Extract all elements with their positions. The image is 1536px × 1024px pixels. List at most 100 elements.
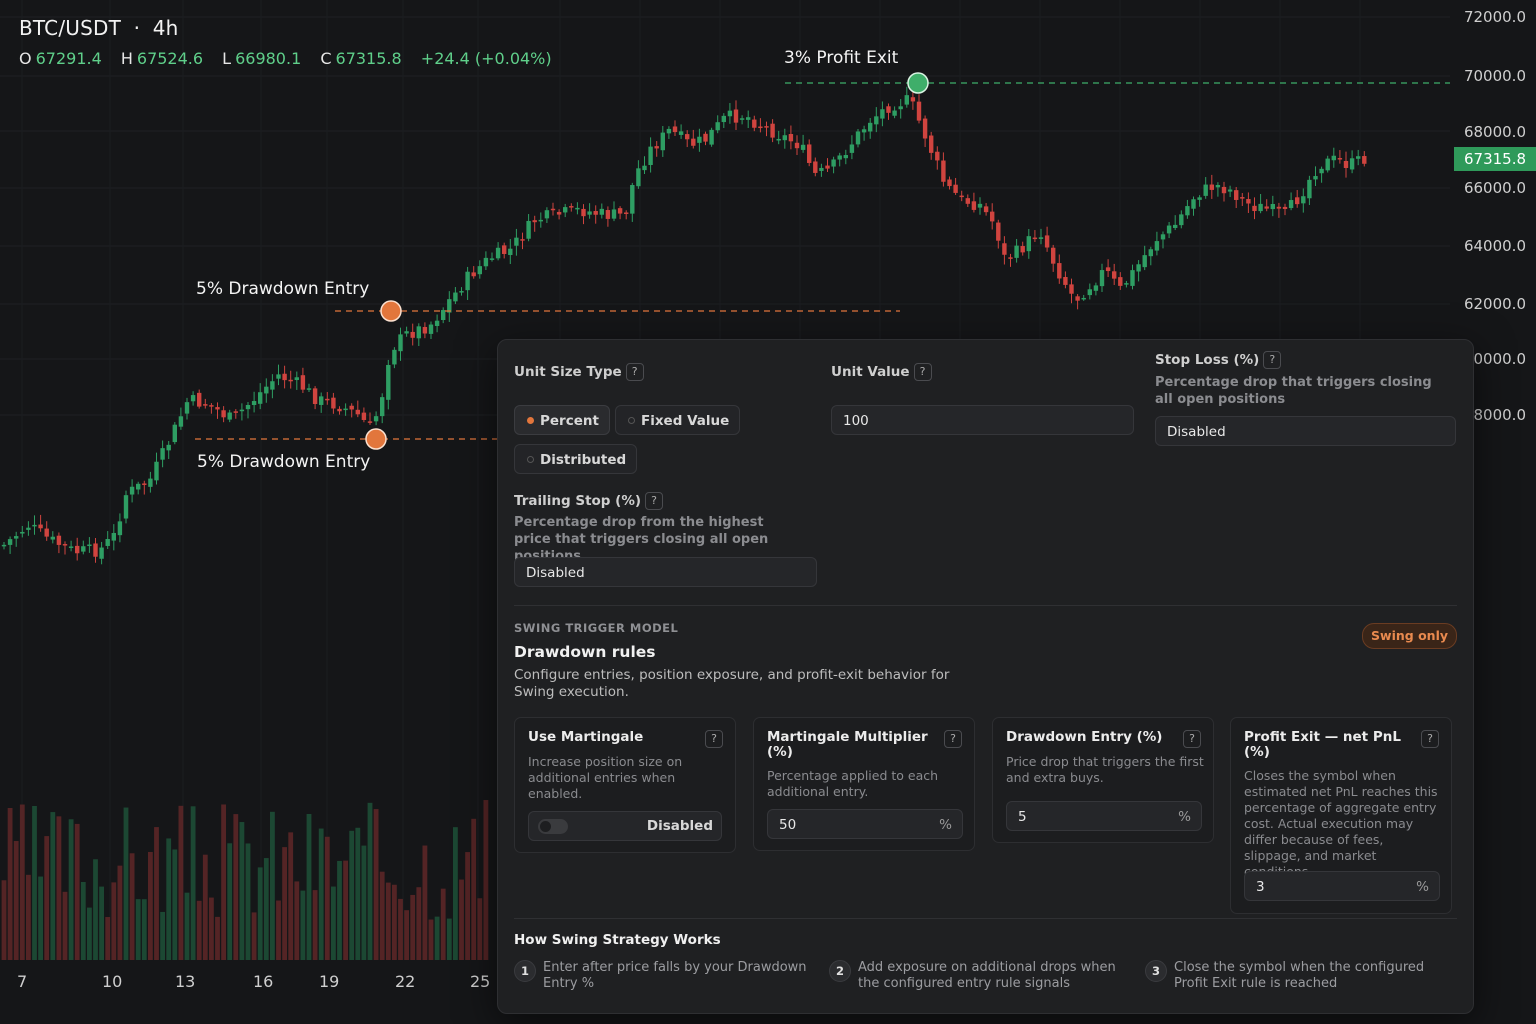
- candle-body: [50, 536, 55, 540]
- volume-bar: [471, 818, 477, 960]
- candle-body: [569, 206, 574, 208]
- volume-bar: [239, 822, 245, 960]
- candle-body: [111, 532, 116, 541]
- interval-label: 4h: [152, 16, 179, 40]
- candle-body: [843, 155, 848, 159]
- unit-type-percent-option[interactable]: Percent: [514, 405, 610, 435]
- candle-body: [1136, 264, 1141, 272]
- help-icon[interactable]: ?: [645, 492, 664, 510]
- volume-bar: [331, 886, 336, 960]
- candle-body: [788, 134, 794, 142]
- candle-body: [197, 392, 202, 407]
- unit-type-fixed-value-option[interactable]: Fixed Value: [615, 405, 741, 435]
- martingale-toggle[interactable]: Disabled: [528, 811, 722, 841]
- profit-exit-input[interactable]: 3%: [1244, 871, 1440, 901]
- volume-bar: [465, 852, 470, 960]
- section-divider: [514, 918, 1457, 919]
- candle-body: [550, 208, 556, 211]
- volume-bar: [428, 919, 434, 960]
- candle-body: [935, 151, 940, 161]
- drawdown-entry-input[interactable]: 5%: [1006, 801, 1202, 831]
- multiplier-input[interactable]: 50%: [767, 809, 963, 839]
- candle-body: [1026, 236, 1031, 252]
- candle-body: [20, 531, 25, 534]
- trailing-stop-select[interactable]: Disabled: [514, 557, 817, 587]
- candle-body: [544, 210, 550, 219]
- candle-body: [587, 211, 592, 215]
- trailing-stop-value: Disabled: [526, 565, 585, 581]
- profit-exit-card: Profit Exit — net PnL (%) ? Closes the s…: [1230, 717, 1452, 914]
- volume-bar: [288, 832, 294, 960]
- volume-bar: [440, 888, 446, 960]
- volume-bar: [367, 802, 373, 960]
- candle-body: [678, 131, 684, 135]
- candle-body: [953, 184, 958, 193]
- stop-loss-select[interactable]: Disabled: [1155, 416, 1456, 446]
- candle-body: [1002, 243, 1007, 255]
- high-value: 67524.6: [136, 49, 204, 68]
- option-label: Distributed: [540, 452, 627, 468]
- candle-body: [947, 179, 952, 187]
- help-icon[interactable]: ?: [1421, 730, 1439, 748]
- candle-body: [32, 524, 37, 527]
- candle-body: [1307, 179, 1312, 199]
- drawdown-entry-marker: [380, 300, 402, 322]
- candle-body: [855, 131, 861, 145]
- candle-body: [599, 208, 604, 215]
- candle-body: [1069, 284, 1074, 294]
- step-text: Enter after price falls by your Drawdown…: [543, 960, 807, 991]
- candle-body: [471, 272, 476, 277]
- help-icon[interactable]: ?: [1263, 351, 1282, 369]
- candle-body: [1112, 271, 1117, 279]
- help-icon[interactable]: ?: [625, 363, 644, 381]
- candle-body: [672, 126, 678, 133]
- help-icon[interactable]: ?: [705, 730, 723, 748]
- volume-bar: [245, 843, 251, 960]
- card-title: Martingale Multiplier (%): [767, 729, 928, 760]
- candle-body: [38, 524, 43, 529]
- card-description: Percentage applied to each additional en…: [767, 768, 939, 799]
- candle-body: [1124, 283, 1129, 285]
- help-icon[interactable]: ?: [913, 363, 932, 381]
- candle-body: [1105, 267, 1111, 272]
- volume-bar: [50, 812, 56, 960]
- candle-body: [910, 97, 916, 102]
- candle-body: [422, 327, 428, 334]
- candle-body: [983, 206, 989, 213]
- candle-body: [136, 483, 141, 490]
- symbol-title[interactable]: BTC/USDT · 4h: [19, 16, 552, 40]
- candle-body: [386, 364, 391, 400]
- candle-body: [129, 486, 135, 495]
- unit-type-distributed-option[interactable]: Distributed: [514, 444, 638, 474]
- candle-body: [776, 138, 781, 141]
- candle-body: [697, 136, 702, 143]
- help-icon[interactable]: ?: [944, 730, 962, 748]
- candle-body: [404, 331, 409, 334]
- price-tick: 62000.0: [1463, 295, 1526, 313]
- section-divider: [514, 605, 1457, 606]
- help-icon[interactable]: ?: [1183, 730, 1201, 748]
- candle-body: [996, 222, 1001, 241]
- candle-body: [337, 408, 342, 412]
- radio-empty-icon: [628, 416, 635, 424]
- volume-bar: [13, 841, 19, 960]
- candle-body: [764, 126, 769, 128]
- candle-body: [1349, 158, 1355, 170]
- candle-body: [75, 545, 80, 554]
- stop-loss-value: Disabled: [1167, 424, 1226, 440]
- candle-body: [1057, 263, 1062, 279]
- candle-body: [1295, 197, 1300, 205]
- trailing-stop-text: Trailing Stop (%): [514, 493, 642, 509]
- volume-bar: [306, 814, 312, 960]
- candle-body: [929, 135, 934, 153]
- current-price-label: 67315.8: [1454, 147, 1536, 171]
- unit-value-text: Unit Value: [831, 364, 910, 380]
- candle-body: [343, 408, 348, 411]
- candle-body: [264, 386, 269, 394]
- volume-bar: [453, 827, 458, 960]
- candle-body: [26, 527, 31, 530]
- candle-body: [813, 161, 818, 173]
- time-tick: 10: [102, 972, 123, 991]
- section-title: Drawdown rules: [514, 643, 656, 661]
- unit-value-input[interactable]: 100: [831, 405, 1134, 435]
